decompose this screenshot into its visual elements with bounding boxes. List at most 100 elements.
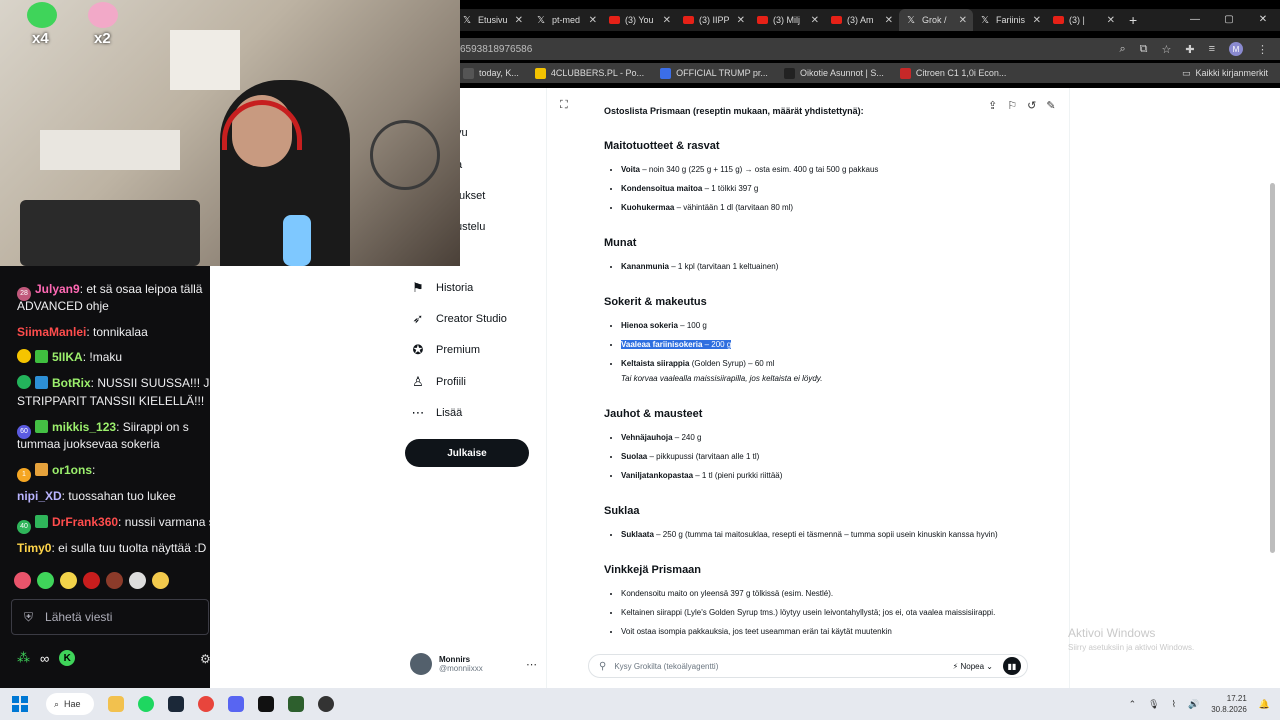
bookmark-3[interactable]: Oikotie Asunnot | S...	[776, 67, 892, 79]
edit-icon[interactable]: ✎	[1046, 99, 1055, 112]
x-logo-icon: 𝕏	[462, 14, 472, 26]
chat-username[interactable]: SiimaManlei	[17, 325, 86, 339]
emote-icon	[83, 572, 100, 589]
mic-icon[interactable]: 🎙	[1148, 699, 1159, 710]
expand-icon[interactable]: ⛶	[560, 99, 568, 112]
scrollbar[interactable]	[1270, 183, 1275, 553]
list-item: Keltaista siirappia (Golden Syrup) – 60 …	[621, 356, 1014, 386]
kick-icon[interactable]: K	[59, 650, 76, 666]
menu-icon[interactable]: ⋮	[1257, 43, 1268, 56]
close-icon[interactable]: ✕	[1107, 15, 1115, 26]
nav-item-historia[interactable]: ⚑ Historia	[410, 278, 473, 298]
item-name: Kananmunia	[621, 262, 670, 271]
windows-start-icon[interactable]	[12, 696, 28, 712]
item-text: Hienoa sokeria – 100 g	[621, 321, 707, 330]
notification-icon[interactable]: 🔔	[1259, 699, 1270, 710]
bookmark-2[interactable]: OFFICIAL TRUMP pr...	[652, 67, 776, 79]
attach-icon[interactable]: ⚲	[599, 661, 606, 672]
spotify-icon[interactable]	[138, 696, 154, 712]
bookmark-label: 4CLUBBERS.PL - Po...	[550, 68, 645, 78]
chat-username[interactable]: mikkis_123	[52, 420, 116, 434]
item-name: Kondensoitua maitoa	[621, 184, 703, 193]
obs-icon[interactable]	[318, 696, 334, 712]
tab-0[interactable]: 𝕏 Etusivu ✕	[455, 9, 529, 31]
install-icon[interactable]: ⧉	[1140, 43, 1148, 56]
wifi-icon[interactable]: ⌇	[1172, 699, 1176, 710]
chat-username[interactable]: Timy0	[17, 541, 51, 555]
clock-time: 17.21	[1226, 694, 1247, 703]
post-button[interactable]: Julkaise	[405, 439, 529, 467]
tab-2[interactable]: (3) You ✕	[603, 9, 677, 31]
tab-label: (3) IIPP	[699, 15, 730, 25]
close-icon[interactable]: ✕	[811, 15, 819, 26]
tab-6[interactable]: 𝕏 Grok / ✕	[899, 9, 973, 31]
chat-input[interactable]: ⛨ Lähetä viesti	[11, 599, 209, 635]
infinity-icon[interactable]: ∞	[40, 651, 49, 666]
close-icon[interactable]: ✕	[737, 15, 745, 26]
points-icon[interactable]: ⁂	[17, 650, 30, 666]
all-bookmarks[interactable]: ▭ Kaikki kirjanmerkit	[1182, 63, 1268, 83]
chat-username[interactable]: Julyan9	[35, 282, 80, 296]
voice-icon[interactable]: ▮▮	[1003, 657, 1021, 675]
steam-icon[interactable]	[168, 696, 184, 712]
chat-username[interactable]: nipi_XD	[17, 489, 62, 503]
nav-item-profiili[interactable]: ♙ Profiili	[410, 372, 466, 392]
close-icon[interactable]: ✕	[589, 15, 597, 26]
close-icon[interactable]: ✕	[1033, 15, 1041, 26]
profile-avatar[interactable]: M	[1229, 42, 1243, 56]
list-item: Voita – noin 340 g (225 g + 115 g) → ost…	[621, 162, 1014, 177]
nav-item-lisää[interactable]: ⋯ Lisää	[410, 403, 463, 423]
extensions-icon[interactable]: ✚	[1185, 43, 1194, 56]
bookmark-0[interactable]: today, K...	[455, 67, 527, 79]
chevron-up-icon[interactable]: ⌃	[1129, 699, 1137, 710]
close-icon[interactable]: ✕	[663, 15, 671, 26]
nav-item-creator-studio[interactable]: ➶ Creator Studio	[410, 309, 507, 329]
url-field[interactable]: 6593818976586	[455, 44, 1119, 55]
close-icon[interactable]: ✕	[1246, 9, 1280, 31]
list-item: Vehnäjauhoja – 240 g	[621, 430, 1014, 445]
maximize-icon[interactable]: ▢	[1212, 9, 1246, 31]
chrome-icon[interactable]	[198, 696, 214, 712]
discord-icon[interactable]	[228, 696, 244, 712]
nav-partial-3[interactable]: tukset	[456, 190, 485, 202]
star-icon[interactable]: ☆	[1161, 43, 1171, 56]
chat-username[interactable]: DrFrank360	[52, 515, 118, 529]
more-icon[interactable]: ⋯	[526, 658, 537, 671]
tab-4[interactable]: (3) Milj ✕	[751, 9, 825, 31]
bookmark-favicon-icon	[660, 67, 672, 79]
clock[interactable]: 17.21 30.8.2026	[1211, 693, 1247, 715]
grok-input[interactable]: ⚲ Kysy Grokilta (tekoälyagentti) ⚡ Nopea…	[588, 654, 1028, 678]
list-item: Vaniljatankopastaa – 1 tl (pieni purkki …	[621, 468, 1014, 483]
nav-item-premium[interactable]: ✪ Premium	[410, 340, 480, 360]
file-explorer-icon[interactable]	[108, 696, 124, 712]
sub-badge-icon	[17, 349, 31, 363]
mode-selector[interactable]: ⚡ Nopea ⌄	[953, 662, 993, 671]
chat-username[interactable]: BotRix	[52, 376, 91, 390]
tab-3[interactable]: (3) IIPP ✕	[677, 9, 751, 31]
media-icon[interactable]: ≡	[1209, 43, 1215, 55]
chat-username[interactable]: 5IIKA	[52, 350, 83, 364]
bookmark-label: OFFICIAL TRUMP pr...	[676, 68, 768, 78]
bookmark-1[interactable]: 4CLUBBERS.PL - Po...	[527, 67, 652, 79]
volume-icon[interactable]: 🔊	[1188, 699, 1199, 710]
close-icon[interactable]: ✕	[959, 15, 967, 26]
tab-8[interactable]: (3) | ✕	[1047, 9, 1121, 31]
bookmark-4[interactable]: Citroen C1 1,0i Econ...	[892, 67, 1015, 79]
close-icon[interactable]: ✕	[515, 15, 523, 26]
section-heading: Sokerit & makeutus	[604, 296, 707, 308]
gear-icon[interactable]: ⚙	[200, 652, 210, 666]
close-icon[interactable]: ✕	[885, 15, 893, 26]
account-switcher[interactable]: Monnirs @monniixxx	[410, 653, 483, 675]
minimize-icon[interactable]: —	[1178, 9, 1212, 31]
zoom-icon[interactable]: ⌕	[1119, 43, 1125, 56]
tab-1[interactable]: 𝕏pt-med ✕	[529, 9, 603, 31]
taskbar-search[interactable]: ⌕ Hae	[46, 693, 94, 715]
app-icon[interactable]	[288, 696, 304, 712]
nav-partial-4[interactable]: ustelu	[456, 221, 485, 233]
tab-7[interactable]: 𝕏 Fariinis ✕	[973, 9, 1047, 31]
tab-5[interactable]: (3) Am ✕	[825, 9, 899, 31]
capcut-icon[interactable]	[258, 696, 274, 712]
history-icon[interactable]: ↺	[1027, 99, 1036, 112]
new-tab-button[interactable]: +	[1121, 12, 1145, 28]
chat-username[interactable]: or1ons	[52, 463, 92, 477]
